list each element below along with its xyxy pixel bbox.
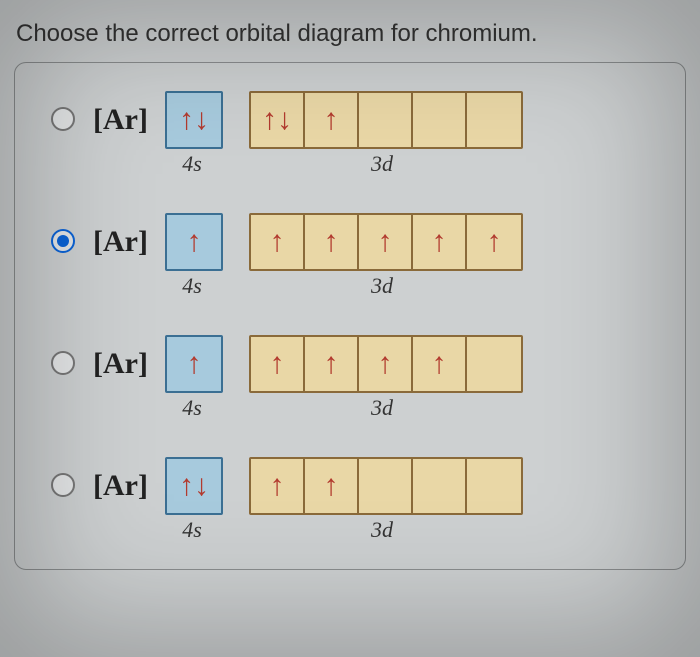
radio-wrap bbox=[33, 335, 93, 380]
orbital-box: ↑↓ bbox=[167, 93, 221, 147]
label-3d: 3d bbox=[245, 151, 519, 177]
page: Choose the correct orbital diagram for c… bbox=[0, 0, 700, 657]
orbital-box: ↑ bbox=[251, 215, 305, 269]
orbital-box: ↑ bbox=[167, 337, 221, 391]
label-4s: 4s bbox=[165, 273, 219, 299]
subshell-labels: 4s 3d bbox=[93, 273, 523, 299]
orbital-box bbox=[413, 459, 467, 513]
label-4s: 4s bbox=[165, 151, 219, 177]
orbital-box: ↑ bbox=[413, 337, 467, 391]
core-label: [Ar] bbox=[93, 347, 165, 381]
config-a: [Ar] ↑↓ ↑↓ ↑ 4s 3d bbox=[93, 91, 523, 177]
d-orbital: ↑ ↑ ↑ ↑ ↑ bbox=[249, 213, 523, 271]
label-4s: 4s bbox=[165, 395, 219, 421]
orbital-box: ↑ bbox=[251, 459, 305, 513]
radio-wrap bbox=[33, 213, 93, 258]
radio-wrap bbox=[33, 457, 93, 502]
s-orbital: ↑↓ bbox=[165, 457, 223, 515]
core-label: [Ar] bbox=[93, 103, 165, 137]
orbital-box bbox=[467, 337, 521, 391]
subshell-labels: 4s 3d bbox=[93, 517, 523, 543]
label-3d: 3d bbox=[245, 273, 519, 299]
radio-icon[interactable] bbox=[51, 229, 75, 253]
core-label: [Ar] bbox=[93, 469, 165, 503]
radio-icon[interactable] bbox=[51, 107, 75, 131]
core-label: [Ar] bbox=[93, 225, 165, 259]
question-text: Choose the correct orbital diagram for c… bbox=[16, 20, 684, 48]
orbital-box: ↑ bbox=[305, 215, 359, 269]
orbital-box: ↑↓ bbox=[167, 459, 221, 513]
option-d[interactable]: [Ar] ↑↓ ↑ ↑ 4s 3d bbox=[33, 457, 667, 543]
s-orbital: ↑ bbox=[165, 213, 223, 271]
s-orbital: ↑↓ bbox=[165, 91, 223, 149]
orbital-box: ↑ bbox=[467, 215, 521, 269]
config-top: [Ar] ↑ ↑ ↑ ↑ ↑ bbox=[93, 335, 523, 393]
config-b: [Ar] ↑ ↑ ↑ ↑ ↑ ↑ 4s 3d bbox=[93, 213, 523, 299]
orbital-box bbox=[467, 93, 521, 147]
option-a[interactable]: [Ar] ↑↓ ↑↓ ↑ 4s 3d bbox=[33, 91, 667, 177]
orbital-box: ↑ bbox=[359, 337, 413, 391]
config-top: [Ar] ↑ ↑ ↑ ↑ ↑ ↑ bbox=[93, 213, 523, 271]
orbital-box: ↑ bbox=[413, 215, 467, 269]
subshell-labels: 4s 3d bbox=[93, 395, 523, 421]
radio-wrap bbox=[33, 91, 93, 136]
label-3d: 3d bbox=[245, 517, 519, 543]
config-c: [Ar] ↑ ↑ ↑ ↑ ↑ 4s 3d bbox=[93, 335, 523, 421]
orbital-box: ↑↓ bbox=[251, 93, 305, 147]
config-top: [Ar] ↑↓ ↑↓ ↑ bbox=[93, 91, 523, 149]
radio-icon[interactable] bbox=[51, 473, 75, 497]
config-top: [Ar] ↑↓ ↑ ↑ bbox=[93, 457, 523, 515]
d-orbital: ↑ ↑ ↑ ↑ bbox=[249, 335, 523, 393]
orbital-box: ↑ bbox=[305, 337, 359, 391]
option-c[interactable]: [Ar] ↑ ↑ ↑ ↑ ↑ 4s 3d bbox=[33, 335, 667, 421]
orbital-box: ↑ bbox=[251, 337, 305, 391]
orbital-box: ↑ bbox=[305, 459, 359, 513]
orbital-box bbox=[359, 459, 413, 513]
radio-icon[interactable] bbox=[51, 351, 75, 375]
s-orbital: ↑ bbox=[165, 335, 223, 393]
options-container: [Ar] ↑↓ ↑↓ ↑ 4s 3d bbox=[14, 62, 686, 570]
d-orbital: ↑ ↑ bbox=[249, 457, 523, 515]
orbital-box: ↑ bbox=[305, 93, 359, 147]
subshell-labels: 4s 3d bbox=[93, 151, 523, 177]
config-d: [Ar] ↑↓ ↑ ↑ 4s 3d bbox=[93, 457, 523, 543]
orbital-box: ↑ bbox=[167, 215, 221, 269]
orbital-box bbox=[359, 93, 413, 147]
option-b[interactable]: [Ar] ↑ ↑ ↑ ↑ ↑ ↑ 4s 3d bbox=[33, 213, 667, 299]
label-4s: 4s bbox=[165, 517, 219, 543]
orbital-box: ↑ bbox=[359, 215, 413, 269]
orbital-box bbox=[467, 459, 521, 513]
d-orbital: ↑↓ ↑ bbox=[249, 91, 523, 149]
orbital-box bbox=[413, 93, 467, 147]
label-3d: 3d bbox=[245, 395, 519, 421]
